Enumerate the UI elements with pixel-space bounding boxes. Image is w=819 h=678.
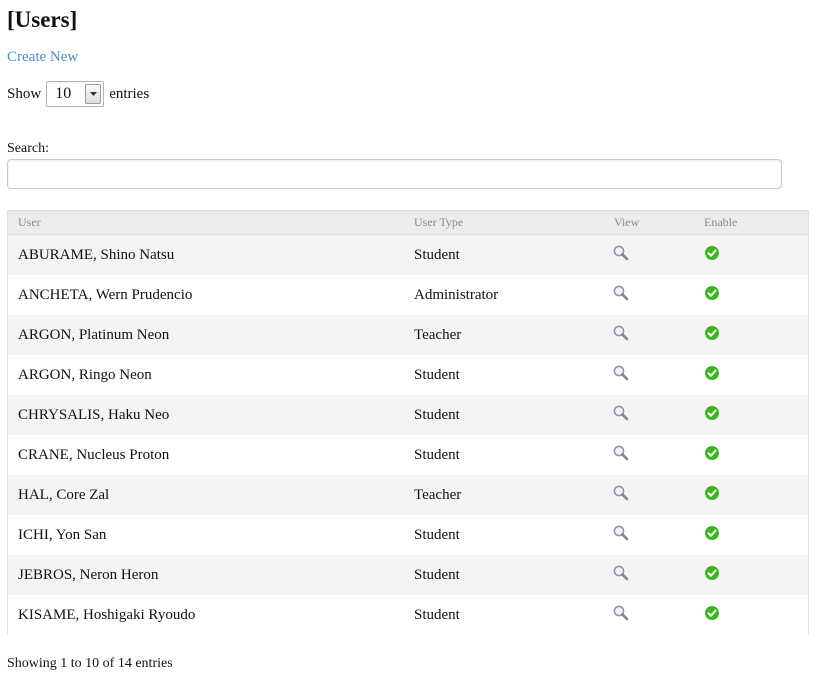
search-label: Search: [7, 141, 49, 156]
enabled-check-icon[interactable] [704, 285, 720, 301]
user-name-cell: HAL, Core Zal [8, 475, 404, 515]
user-type-cell: Teacher [404, 475, 604, 515]
user-name-cell: CRANE, Nucleus Proton [8, 435, 404, 475]
users-table: User User Type View Enable ABURAME, Shin… [8, 210, 808, 635]
enable-cell [694, 275, 808, 315]
column-header-user[interactable]: User [8, 210, 404, 235]
magnifier-icon[interactable] [612, 524, 630, 542]
column-header-enable[interactable]: Enable [694, 210, 808, 235]
enable-cell [694, 435, 808, 475]
view-cell [604, 555, 694, 595]
view-cell [604, 435, 694, 475]
magnifier-icon[interactable] [612, 284, 630, 302]
magnifier-icon[interactable] [612, 404, 630, 422]
user-name-cell: CHRYSALIS, Haku Neo [8, 395, 404, 435]
enable-cell [694, 395, 808, 435]
user-type-cell: Student [404, 515, 604, 555]
table-info: Showing 1 to 10 of 14 entries [7, 656, 173, 671]
enabled-check-icon[interactable] [704, 445, 720, 461]
user-name-cell: ARGON, Ringo Neon [8, 355, 404, 395]
users-table-container: User User Type View Enable ABURAME, Shin… [7, 210, 809, 635]
table-header-row: User User Type View Enable [8, 210, 808, 235]
enable-cell [694, 555, 808, 595]
enable-cell [694, 475, 808, 515]
entries-label: entries [109, 85, 150, 102]
user-name-cell: ARGON, Platinum Neon [8, 315, 404, 355]
user-type-cell: Student [404, 595, 604, 635]
user-type-cell: Student [404, 555, 604, 595]
view-cell [604, 355, 694, 395]
user-name-cell: JEBROS, Neron Heron [8, 555, 404, 595]
enabled-check-icon[interactable] [704, 325, 720, 341]
user-type-cell: Student [404, 395, 604, 435]
page-length-control: Show 10 entries [7, 80, 149, 108]
table-row: JEBROS, Neron Heron Student [8, 555, 808, 595]
column-header-user-type[interactable]: User Type [404, 210, 604, 235]
enable-cell [694, 515, 808, 555]
user-type-cell: Administrator [404, 275, 604, 315]
user-name-cell: ABURAME, Shino Natsu [8, 234, 404, 275]
page-length-select[interactable]: 10 [46, 81, 105, 107]
magnifier-icon[interactable] [612, 444, 630, 462]
user-type-cell: Student [404, 355, 604, 395]
magnifier-icon[interactable] [612, 484, 630, 502]
table-row: ICHI, Yon San Student [8, 515, 808, 555]
enable-cell [694, 595, 808, 635]
magnifier-icon[interactable] [612, 324, 630, 342]
view-cell [604, 595, 694, 635]
table-row: HAL, Core Zal Teacher [8, 475, 808, 515]
table-row: ABURAME, Shino Natsu Student [8, 234, 808, 275]
page-length-value: 10 [55, 85, 72, 102]
magnifier-icon[interactable] [612, 604, 630, 622]
enabled-check-icon[interactable] [704, 605, 720, 621]
view-cell [604, 515, 694, 555]
enabled-check-icon[interactable] [704, 565, 720, 581]
show-label: Show [7, 85, 42, 102]
magnifier-icon[interactable] [612, 564, 630, 582]
column-header-view[interactable]: View [604, 210, 694, 235]
table-row: ARGON, Ringo Neon Student [8, 355, 808, 395]
table-row: ARGON, Platinum Neon Teacher [8, 315, 808, 355]
view-cell [604, 234, 694, 275]
view-cell [604, 275, 694, 315]
enable-cell [694, 315, 808, 355]
view-cell [604, 395, 694, 435]
user-name-cell: KISAME, Hoshigaki Ryoudo [8, 595, 404, 635]
magnifier-icon[interactable] [612, 364, 630, 382]
search-input[interactable] [7, 159, 782, 189]
enable-cell [694, 355, 808, 395]
user-name-cell: ICHI, Yon San [8, 515, 404, 555]
enabled-check-icon[interactable] [704, 405, 720, 421]
table-row: CHRYSALIS, Haku Neo Student [8, 395, 808, 435]
create-new-link[interactable]: Create New [7, 49, 78, 66]
enabled-check-icon[interactable] [704, 365, 720, 381]
chevron-down-icon[interactable] [85, 84, 102, 104]
table-row: CRANE, Nucleus Proton Student [8, 435, 808, 475]
user-type-cell: Teacher [404, 315, 604, 355]
table-body: ABURAME, Shino Natsu Student ANCHETA, We… [8, 234, 808, 635]
view-cell [604, 475, 694, 515]
user-type-cell: Student [404, 234, 604, 275]
table-row: ANCHETA, Wern Prudencio Administrator [8, 275, 808, 315]
enabled-check-icon[interactable] [704, 245, 720, 261]
user-name-cell: ANCHETA, Wern Prudencio [8, 275, 404, 315]
enabled-check-icon[interactable] [704, 485, 720, 501]
enable-cell [694, 234, 808, 275]
magnifier-icon[interactable] [612, 244, 630, 262]
view-cell [604, 315, 694, 355]
page-title: [Users] [7, 7, 78, 32]
table-row: KISAME, Hoshigaki Ryoudo Student [8, 595, 808, 635]
page: [Users] Create New Show 10 entries Searc… [0, 0, 819, 678]
enabled-check-icon[interactable] [704, 525, 720, 541]
user-type-cell: Student [404, 435, 604, 475]
